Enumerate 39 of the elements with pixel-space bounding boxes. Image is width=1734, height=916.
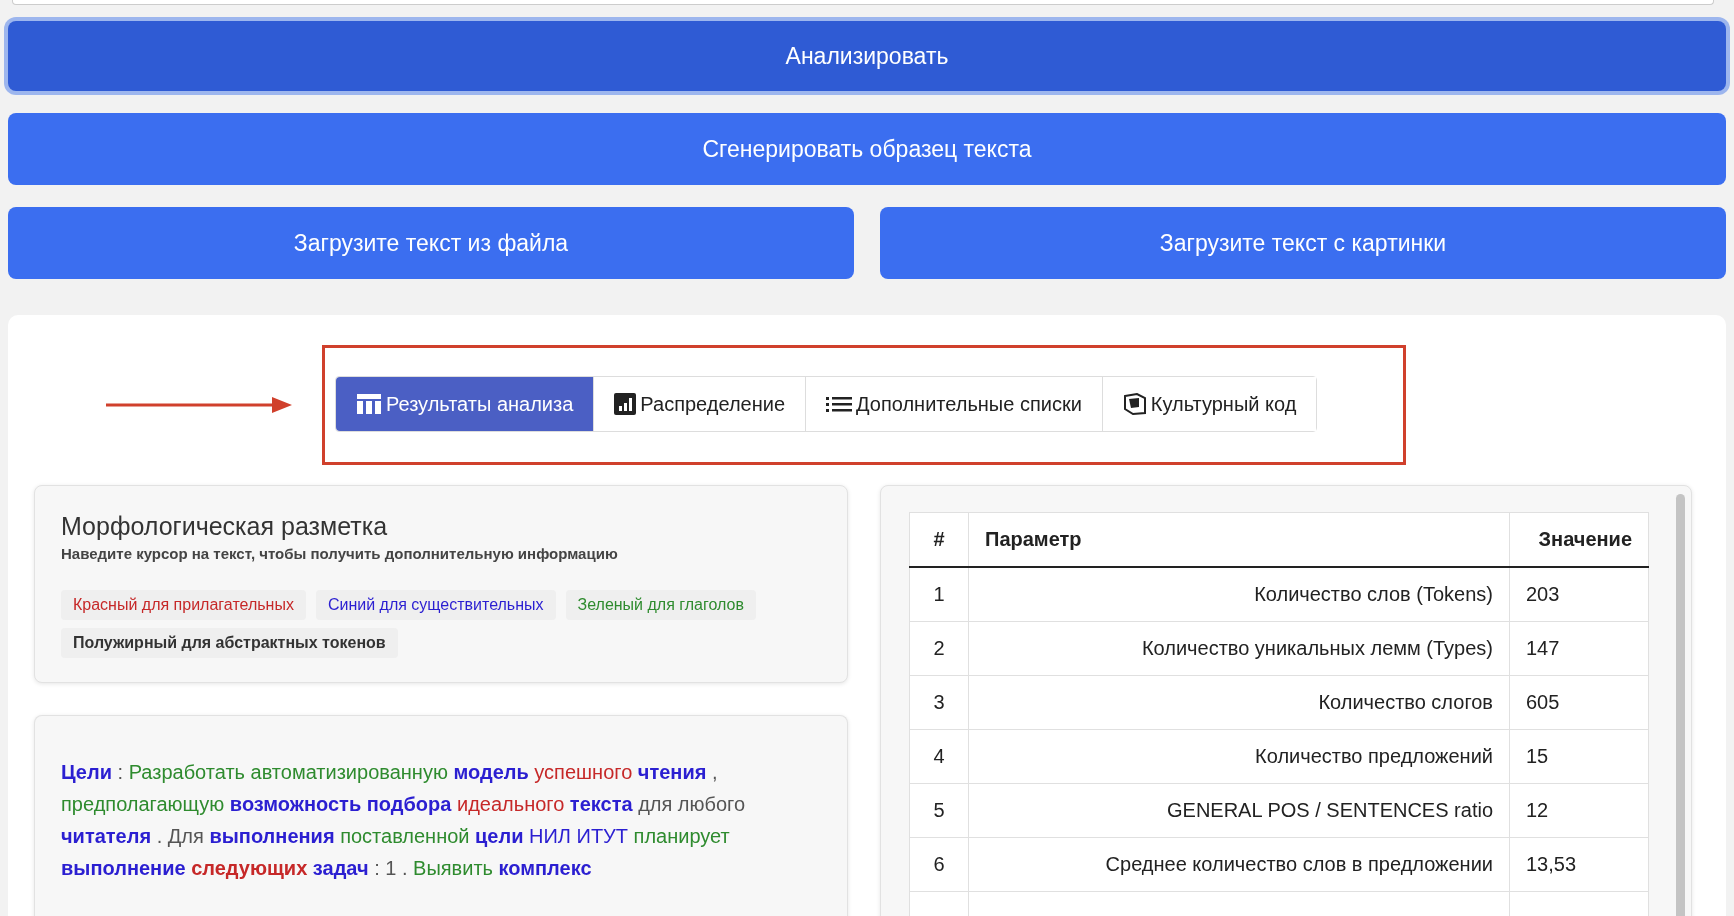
legend-tag: Синий для существительных <box>315 590 556 620</box>
table-cell: 15 <box>1509 729 1649 784</box>
card-hint: Наведите курсор на текст, чтобы получить дополнительную информацию <box>61 545 619 562</box>
scrollbar[interactable] <box>1676 494 1685 916</box>
table-icon <box>356 393 382 415</box>
tagged-paragraph: Цели : Разработать автоматизированную модель успешного чтения , предполагающую возможность подбора идеального текста для любого читателя . Для выполнения поставленной цели НИЛ ИТУТ планирует выполнение следующих задач : 1 . Выявить комплекс <box>61 760 747 881</box>
arrow-icon <box>106 395 292 415</box>
table-cell: GENERAL POS / SENTENCES ratio <box>968 783 1510 838</box>
legend-tag: Зеленый для глаголов <box>565 590 756 620</box>
book-icon <box>1122 393 1147 415</box>
list-icon <box>826 395 853 413</box>
table-cell: 4 <box>909 729 969 784</box>
table-cell: 203 <box>1509 567 1649 622</box>
table-cell: 147 <box>1509 621 1649 676</box>
bar-chart-icon <box>614 393 637 415</box>
table-cell: 13,53 <box>1509 837 1649 892</box>
column-header: Параметр <box>968 512 1510 567</box>
column-header: Значение <box>1509 512 1649 567</box>
table-cell: Среднее количество слов в предложении <box>968 837 1510 892</box>
table-cell: 605 <box>1509 675 1649 730</box>
action-button[interactable]: Сгенерировать образец текста <box>8 113 1726 185</box>
table-cell: 3 <box>909 675 969 730</box>
table-cell: Количество предложений <box>968 729 1510 784</box>
tab[interactable]: Результаты анализа <box>336 377 595 431</box>
card-title: Морфологическая разметка <box>61 512 389 541</box>
table-cell: 2 <box>909 621 969 676</box>
upload-button[interactable]: Загрузите текст из файла <box>8 207 854 279</box>
text-field[interactable] <box>12 0 1714 5</box>
table-cell: Количество уникальных лемм (Types) <box>968 621 1510 676</box>
table-cell: 5 <box>909 783 969 838</box>
table-cell: Количество слогов <box>968 675 1510 730</box>
upload-button[interactable]: Загрузите текст с картинки <box>880 207 1726 279</box>
legend-tag: Красный для прилагательных <box>61 590 306 620</box>
table-cell: 12 <box>1509 783 1649 838</box>
table-cell: 6 <box>909 837 969 892</box>
table-cell: 1 <box>909 567 969 622</box>
column-header: # <box>909 512 969 567</box>
table-cell: Количество слов (Tokens) <box>968 567 1510 622</box>
legend-tag: Полужирный для абстрактных токенов <box>61 628 398 658</box>
